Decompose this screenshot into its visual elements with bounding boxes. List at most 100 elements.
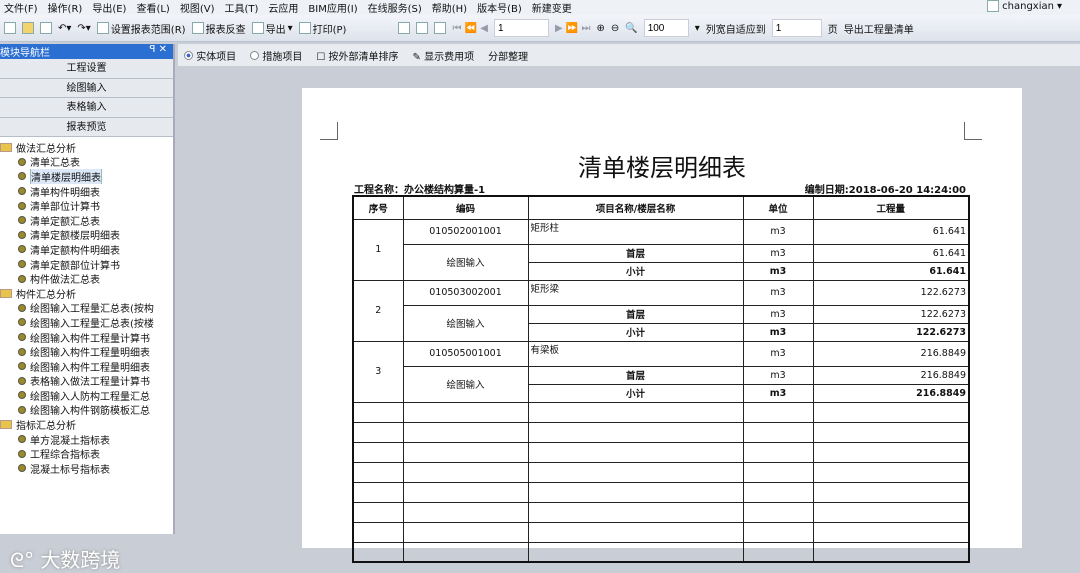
tree-item[interactable]: 绘图输入工程量汇总表(按构 — [0, 301, 173, 315]
tree-group[interactable]: 做法汇总分析 — [0, 140, 173, 155]
subtotal-label: 小计 — [527, 322, 744, 342]
report-icon — [18, 172, 26, 181]
page-input[interactable] — [493, 19, 549, 37]
nav-button[interactable]: 表格输入 — [0, 98, 173, 118]
unit: m3 — [742, 261, 814, 281]
floor-quantity: 122.6273 — [812, 304, 970, 324]
label: 清单定额部位计算书 — [30, 260, 120, 272]
label: 清单楼层明细表 — [30, 169, 102, 184]
menu-item[interactable]: 新建变更 — [532, 0, 572, 15]
tree-item[interactable]: 构件做法汇总表 — [0, 271, 173, 286]
zoom-in-icon[interactable]: ⊕ — [596, 23, 604, 34]
page-view-icon[interactable] — [398, 22, 411, 34]
first-page-icon[interactable]: ⏮ ⏪ ◀ — [452, 23, 488, 34]
zoom-out-icon[interactable]: ⊖ — [611, 23, 619, 34]
radio-entity[interactable]: 实体项目 — [184, 48, 236, 63]
zoom-icon[interactable]: 🔍 — [625, 23, 637, 34]
nav-button[interactable]: 绘图输入 — [0, 78, 173, 98]
tree-item[interactable]: 混凝土标号指标表 — [0, 461, 173, 476]
tree-item[interactable]: 绘图输入构件工程量计算书 — [0, 330, 173, 344]
tree-item[interactable]: 清单定额汇总表 — [0, 213, 173, 228]
tree-item[interactable]: 工程综合指标表 — [0, 446, 173, 461]
page-view3-icon[interactable] — [434, 22, 447, 34]
tree-item[interactable]: 清单定额构件明细表 — [0, 242, 173, 257]
radio-measure[interactable]: 措施项目 — [250, 48, 302, 63]
fit-pages-input[interactable] — [771, 19, 822, 37]
tree-item[interactable]: 单方混凝土指标表 — [0, 432, 173, 446]
report-tree: 做法汇总分析 清单汇总表 清单楼层明细表 清单构件明细表 清单部位计算书 清单定额汇总表清… — [0, 137, 173, 476]
tree-item[interactable]: 绘图输入工程量汇总表(按楼 — [0, 315, 173, 330]
nav-title-bar: 模块导航栏 ꟼ ✕ — [0, 44, 173, 59]
section-button[interactable]: 分部整理 — [488, 48, 528, 63]
floor: 首层 — [527, 243, 744, 263]
save-icon[interactable] — [40, 22, 52, 34]
tree-item[interactable]: 绘图输入人防构工程量汇总 — [0, 388, 173, 403]
menu-item[interactable]: 导出(E) — [92, 0, 126, 15]
tree-group[interactable]: 指标汇总分析 — [0, 417, 173, 432]
code: 010505001001 — [402, 340, 529, 367]
next-page-icon[interactable]: ▶ ⏩ ⏭ — [555, 23, 591, 34]
source: 绘图输入 — [402, 304, 529, 342]
nav-button[interactable]: 报表预览 — [0, 117, 173, 137]
tree-item[interactable]: 清单部位计算书 — [0, 198, 173, 213]
menu-item[interactable]: 帮助(H) — [432, 0, 467, 15]
tree-group[interactable]: 构件汇总分析 — [0, 286, 173, 301]
open-icon[interactable] — [22, 22, 34, 34]
export-button[interactable]: 导出 ▾ — [251, 21, 293, 36]
label: 构件汇总分析 — [16, 289, 76, 301]
report-icon — [18, 347, 26, 356]
label: 指标汇总分析 — [16, 421, 76, 432]
username: changxian — [1002, 0, 1054, 12]
menu-item[interactable]: 查看(L) — [136, 0, 169, 15]
print-button[interactable]: 打印(P) — [298, 21, 346, 36]
redo-icon[interactable]: ↷▾ — [77, 23, 90, 34]
tree-item[interactable]: 表格输入做法工程量计算书 — [0, 374, 173, 388]
label: 绘图输入工程量汇总表(按楼 — [30, 318, 154, 330]
nav-button[interactable]: 工程设置 — [0, 59, 173, 79]
menu-item[interactable]: BIM应用(I) — [308, 0, 357, 15]
tree-item[interactable]: 清单汇总表 — [0, 155, 173, 169]
report-icon — [18, 318, 26, 327]
label: 混凝土标号指标表 — [30, 464, 110, 476]
unit: m3 — [742, 304, 814, 324]
tree-item[interactable]: 清单构件明细表 — [0, 184, 173, 198]
menu-item[interactable]: 在线服务(S) — [368, 0, 422, 15]
pin-close-icons[interactable]: ꟼ ✕ — [149, 44, 167, 59]
user-menu[interactable]: changxian ▾ — [987, 0, 1062, 12]
report-icon — [18, 260, 26, 269]
new-icon[interactable] — [4, 22, 16, 34]
page-view2-icon[interactable] — [416, 22, 429, 34]
quantity: 216.8849 — [812, 340, 970, 367]
set-range-button[interactable]: 设置报表范围(R) — [96, 21, 186, 36]
show-fee-button[interactable]: ✎ 显示费用项 — [413, 48, 475, 63]
tree-item[interactable]: 绘图输入构件工程量明细表 — [0, 359, 173, 374]
export-list-button[interactable]: 导出工程量清单 — [844, 21, 914, 36]
tree-item[interactable]: 清单楼层明细表 — [0, 169, 173, 184]
tree-item[interactable]: 绘图输入构件钢筋模板汇总 — [0, 403, 173, 417]
empty-row — [352, 501, 970, 523]
tree-item[interactable]: 绘图输入构件工程量明细表 — [0, 344, 173, 359]
menu-item[interactable]: 工具(T) — [224, 0, 258, 15]
menu-item[interactable]: 文件(F) — [4, 0, 38, 15]
column-header: 编码 — [402, 195, 529, 220]
label: 构件做法汇总表 — [30, 275, 100, 286]
toolbar: ↶▾ ↷▾ 设置报表范围(R) 报表反查 导出▾ 打印(P) ⏮ ⏪ ◀ ▶ ⏩… — [0, 15, 1080, 42]
menu-item[interactable]: 视图(V) — [180, 0, 215, 15]
row-no: 1 — [352, 218, 404, 281]
menu-item[interactable]: 版本号(B) — [477, 0, 522, 15]
report-check-button[interactable]: 报表反查 — [191, 21, 246, 36]
tree-item[interactable]: 清单定额楼层明细表 — [0, 228, 173, 242]
menu-item[interactable]: 操作(R) — [48, 0, 83, 15]
item-name: 矩形梁 — [527, 279, 744, 306]
zoom-dropdown[interactable]: ▾ — [695, 23, 700, 34]
menu-item[interactable]: 云应用 — [268, 0, 298, 15]
tree-item[interactable]: 清单定额部位计算书 — [0, 257, 173, 272]
label: 清单定额汇总表 — [30, 216, 100, 228]
label: 显示费用项 — [424, 51, 475, 63]
unit: m3 — [742, 340, 814, 367]
label: 做法汇总分析 — [16, 143, 76, 155]
sort-checkbox[interactable]: ☐ 按外部清单排序 — [316, 48, 398, 63]
zoom-input[interactable] — [643, 19, 689, 37]
report-page: 清单楼层明细表 工程名称：办公楼结构算量-1 编制日期:2018-06-20 1… — [302, 88, 1022, 563]
undo-icon[interactable]: ↶▾ — [58, 23, 71, 34]
